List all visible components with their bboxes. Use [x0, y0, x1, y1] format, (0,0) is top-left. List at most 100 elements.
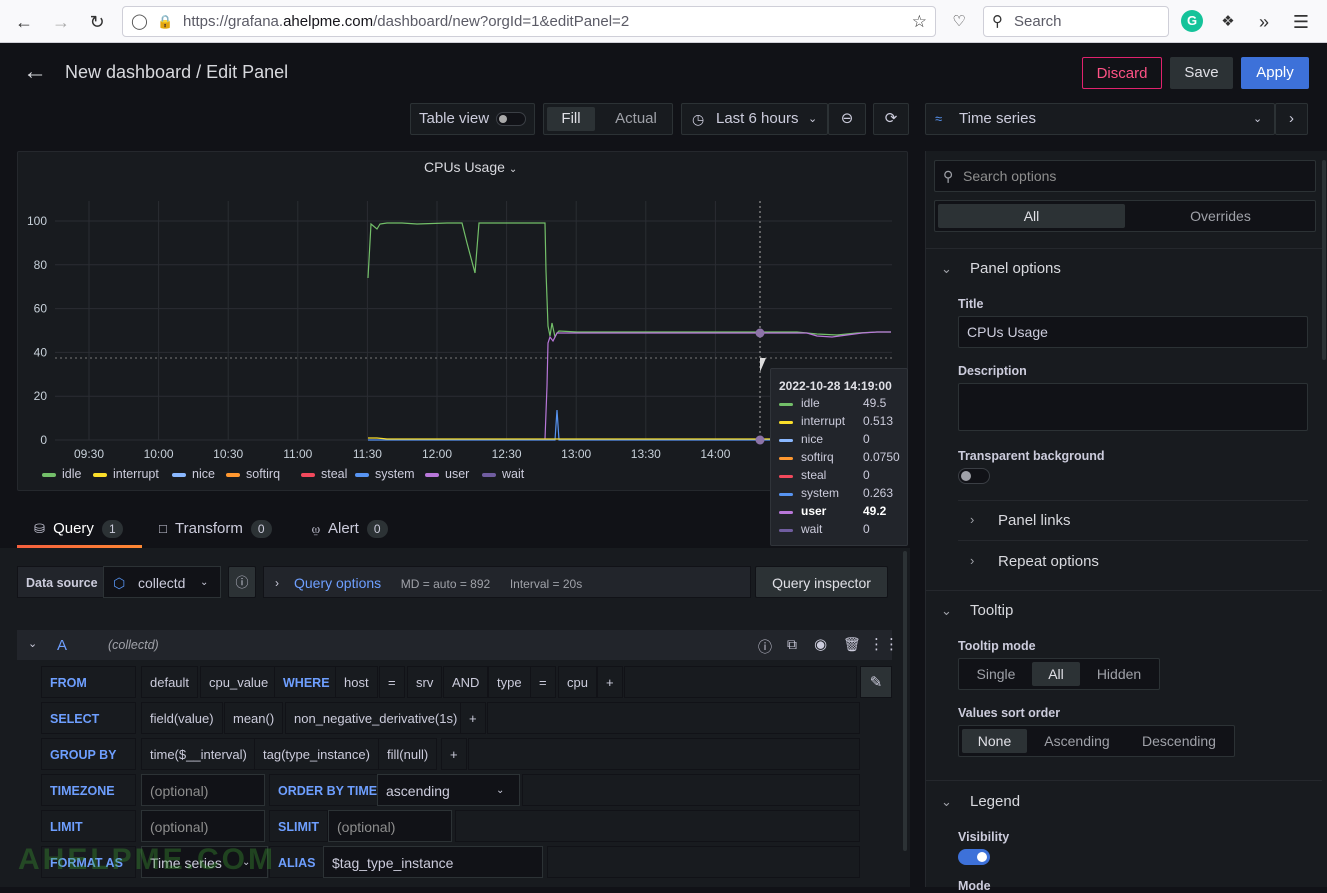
reload-icon[interactable]: ↻ [85, 10, 109, 34]
where-add-button[interactable]: + [597, 666, 623, 698]
where-operator-1[interactable]: = [379, 666, 405, 698]
chevron-down-icon[interactable]: ⌄ [28, 637, 37, 650]
raw-query-toggle[interactable]: ✎ [860, 666, 892, 698]
timezone-input[interactable]: (optional) [141, 774, 265, 806]
legend-item-user[interactable]: user [425, 467, 469, 481]
select-add-button[interactable]: + [460, 702, 486, 734]
select-field[interactable]: field(value) [141, 702, 223, 734]
pocket-icon[interactable]: ♡ [947, 10, 971, 34]
chevron-right-icon[interactable]: › [970, 553, 974, 568]
data-source-picker[interactable]: ⬡ collectd ⌄ [103, 566, 221, 598]
legend-item-system[interactable]: system [355, 467, 415, 481]
zoom-out-button[interactable]: ⊖ [828, 103, 866, 135]
back-arrow-icon[interactable]: ← [23, 58, 47, 86]
where-key-2[interactable]: type [488, 666, 531, 698]
panel-options-section[interactable]: Panel options [970, 260, 1061, 277]
order-by-select[interactable]: ascending ⌄ [377, 774, 520, 806]
fill-option[interactable]: Fill [547, 107, 595, 131]
limit-input[interactable]: (optional) [141, 810, 265, 842]
tab-query[interactable]: ⛁ Query 1 [34, 520, 123, 538]
overrides-tab[interactable]: Overrides [1127, 204, 1314, 228]
where-key-1[interactable]: host [335, 666, 378, 698]
where-operator-2[interactable]: = [530, 666, 556, 698]
transparent-switch[interactable] [958, 468, 990, 484]
legend-item-softirq[interactable]: softirq [226, 467, 280, 481]
browser-search-field[interactable]: ⚲ Search [983, 6, 1169, 37]
panel-links-section[interactable]: Panel links [998, 512, 1071, 529]
tooltip-mode-all[interactable]: All [1032, 662, 1080, 686]
where-and[interactable]: AND [443, 666, 489, 698]
from-measurement[interactable]: cpu_value [200, 666, 278, 698]
sort-none[interactable]: None [962, 729, 1027, 753]
legend-item-wait[interactable]: wait [482, 467, 524, 481]
visualization-picker[interactable]: ≈ Time series ⌄ [925, 103, 1275, 135]
query-inspector-button[interactable]: Query inspector [755, 566, 888, 598]
group-by-tag[interactable]: tag(type_instance) [254, 738, 379, 770]
slimit-input[interactable]: (optional) [328, 810, 452, 842]
chevron-down-icon[interactable]: ⌄ [941, 261, 952, 277]
drag-handle-icon[interactable]: ⋮⋮ [869, 635, 899, 653]
table-view-switch[interactable] [496, 112, 526, 126]
tooltip-section[interactable]: Tooltip [970, 602, 1013, 619]
select-aggregation[interactable]: mean() [224, 702, 284, 734]
chevron-down-icon[interactable]: ⌄ [941, 603, 952, 619]
tab-alert[interactable]: ⍹ Alert 0 [312, 520, 388, 538]
apply-button[interactable]: Apply [1241, 57, 1309, 89]
help-button[interactable]: ⓘ [228, 566, 256, 598]
legend-item-steal[interactable]: steal [301, 467, 347, 481]
alias-input[interactable]: $tag_type_instance [323, 846, 543, 878]
query-options-bar[interactable]: › Query options MD = auto = 892 Interval… [263, 566, 751, 598]
overflow-chevrons-icon[interactable]: » [1252, 10, 1276, 34]
extension-icon[interactable]: ❖ [1216, 10, 1240, 34]
options-scrollbar[interactable] [1322, 160, 1326, 360]
options-collapse-button[interactable]: › [1275, 103, 1308, 135]
select-transform[interactable]: non_negative_derivative(1s) [285, 702, 467, 734]
all-tab[interactable]: All [938, 204, 1125, 228]
url-bar[interactable]: ◯ 🔒 https://grafana.ahelpme.com/dashboar… [122, 6, 936, 37]
eye-icon[interactable]: ◉ [814, 635, 827, 653]
group-by-fill[interactable]: fill(null) [378, 738, 438, 770]
time-range-picker[interactable]: ◷ Last 6 hours ⌄ [681, 103, 828, 135]
actual-option[interactable]: Actual [606, 107, 666, 131]
chevron-down-icon[interactable]: ⌄ [941, 794, 952, 810]
tooltip-mode-hidden[interactable]: Hidden [1083, 662, 1155, 686]
options-search-input[interactable]: ⚲ Search options [934, 160, 1316, 192]
query-md: MD = auto = 892 [400, 577, 491, 591]
legend-item-nice[interactable]: nice [172, 467, 215, 481]
save-button[interactable]: Save [1170, 57, 1233, 89]
tooltip-mode-single[interactable]: Single [962, 662, 1030, 686]
forward-icon[interactable]: → [49, 10, 73, 34]
discard-button[interactable]: Discard [1082, 57, 1162, 89]
query-scrollbar[interactable] [903, 551, 907, 851]
title-input[interactable]: CPUs Usage [958, 316, 1308, 348]
help-icon[interactable]: ⓘ [758, 637, 772, 657]
sort-descending[interactable]: Descending [1127, 729, 1231, 753]
menu-icon[interactable]: ☰ [1289, 10, 1313, 34]
bookmark-star-icon[interactable]: ☆ [912, 7, 927, 36]
page-title: New dashboard / Edit Panel [65, 62, 289, 82]
description-textarea[interactable] [958, 383, 1308, 431]
from-policy[interactable]: default [141, 666, 199, 698]
legend-item-interrupt[interactable]: interrupt [93, 467, 159, 481]
transparent-label: Transparent background [958, 449, 1105, 463]
repeat-options-section[interactable]: Repeat options [998, 553, 1099, 570]
refresh-button[interactable]: ⟳ [873, 103, 909, 135]
copy-icon[interactable]: ⧉ [787, 636, 797, 653]
grammarly-icon[interactable]: G [1181, 10, 1203, 32]
chevron-right-icon[interactable]: › [970, 512, 974, 527]
query-ref-id[interactable]: A [57, 637, 67, 654]
where-value-1[interactable]: srv [407, 666, 443, 698]
where-value-2[interactable]: cpu [558, 666, 597, 698]
tooltip-series-name: softirq [801, 450, 834, 464]
group-by-add-button[interactable]: + [441, 738, 467, 770]
sort-ascending[interactable]: Ascending [1031, 729, 1123, 753]
group-by-time[interactable]: time($__interval) [141, 738, 256, 770]
tooltip-row-system: system 0.263 [779, 486, 907, 504]
back-icon[interactable]: ← [12, 10, 36, 34]
trash-icon[interactable]: 🗑 [843, 636, 861, 653]
table-view-toggle[interactable]: Table view [410, 103, 535, 135]
tab-transform[interactable]: □ Transform 0 [159, 520, 272, 538]
visibility-switch[interactable] [958, 849, 990, 865]
legend-section[interactable]: Legend [970, 793, 1020, 810]
legend-item-idle[interactable]: idle [42, 467, 81, 481]
